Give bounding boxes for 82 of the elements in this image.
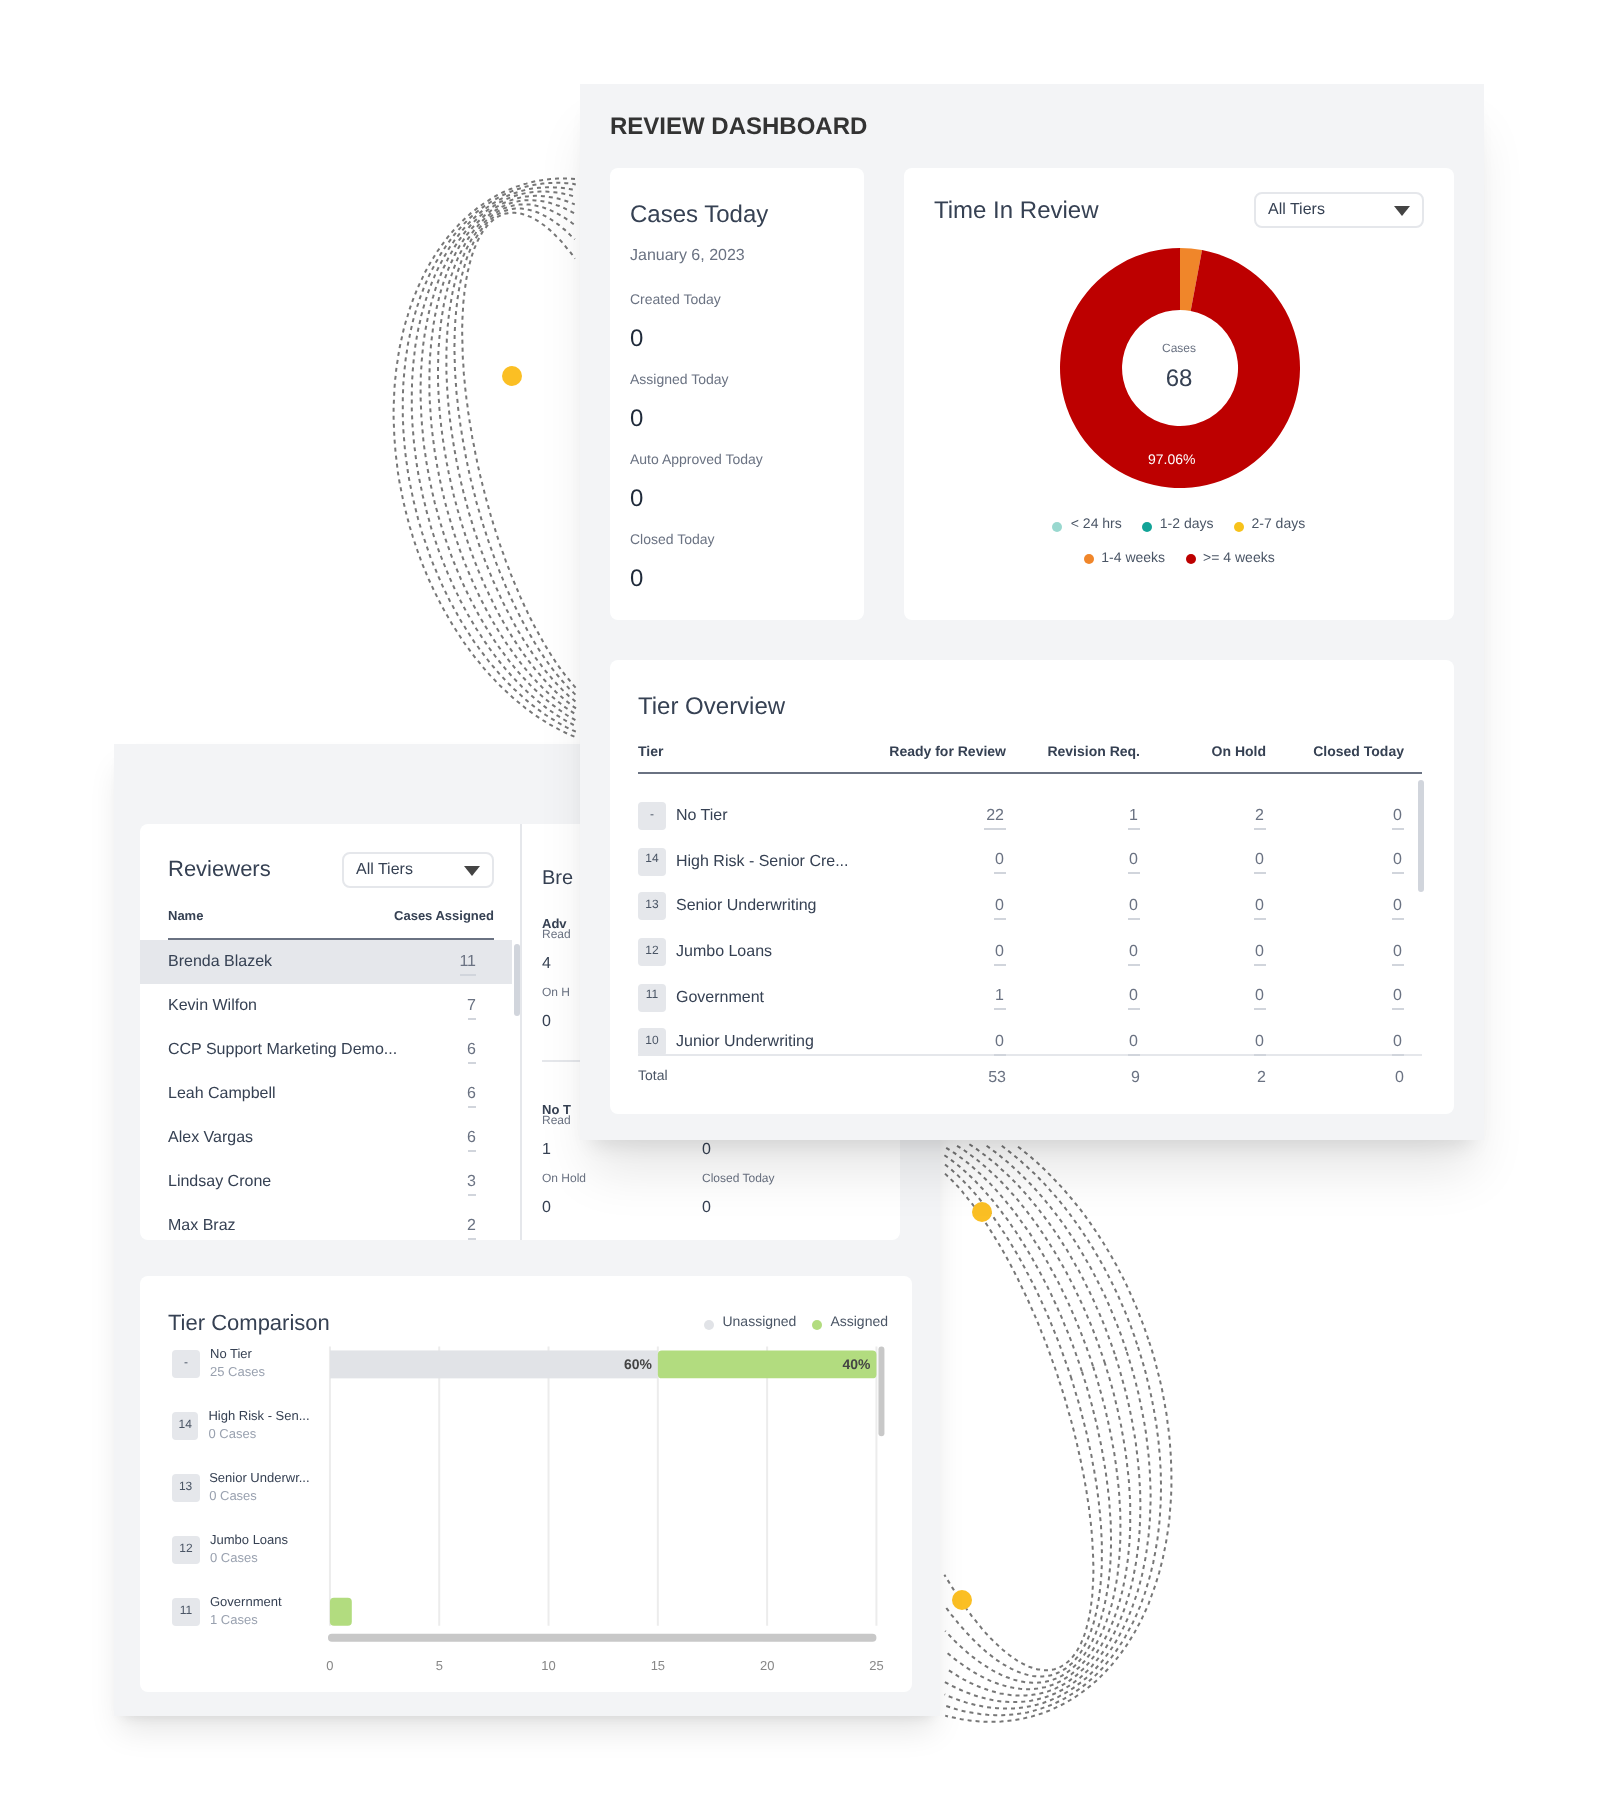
reviewer-name: Max Braz [168,1214,236,1238]
field-value: 0 [542,1010,551,1034]
table-cell: 2 [1257,1066,1266,1090]
table-cell: 0 [993,1029,1006,1056]
table-cell: 0 [1127,984,1140,1011]
table-cell: 0 [993,939,1006,966]
table-cell: 0 [1127,1029,1140,1056]
case-count: 3 [467,1169,476,1195]
table-cell: 0 [1127,848,1140,875]
card-title: Tier Overview [638,690,788,724]
reviewer-name: CCP Support Marketing Demo... [168,1038,398,1062]
table-cell: 0 [1391,893,1404,920]
stat-value: 0 [630,321,644,355]
stat-value: 0 [630,401,644,435]
field-value: 0 [702,1138,711,1162]
reviewer-name: Brenda Blazek [168,950,273,974]
table-cell: 0 [1391,939,1404,966]
reviewer-row[interactable]: Leah Campbell 6 [140,1072,512,1116]
tier-name: Junior Underwriting [676,1030,814,1055]
table-cell: 1 [1127,803,1140,830]
table-cell: 0 [1253,939,1266,966]
reviewer-row[interactable]: CCP Support Marketing Demo... 6 [140,1028,512,1072]
reviewer-row[interactable]: Max Braz 2 [140,1204,512,1240]
reviewer-row[interactable]: Kevin Wilfon 7 [140,984,512,1028]
tier-filter-dropdown[interactable]: All Tiers [1254,192,1424,228]
reviewer-name: Lindsay Crone [168,1170,272,1194]
case-count: 6 [467,1125,476,1151]
table-cell: 0 [1253,1029,1266,1056]
card-title: Cases Today [630,198,771,232]
table-cell: 0 [1127,939,1140,966]
reviewer-row[interactable]: Alex Vargas 6 [140,1116,512,1160]
table-cell: 0 [1391,848,1404,875]
card-title: Reviewers [168,855,271,886]
caret-icon [464,865,480,875]
table-cell: 0 [1391,984,1404,1011]
table-cell: 0 [993,893,1006,920]
case-count: 2 [467,1213,476,1239]
reviewer-name: Alex Vargas [168,1126,254,1150]
table-cell: 0 [1395,1066,1404,1090]
field-value: 4 [542,952,551,976]
field-value: 0 [702,1196,711,1220]
table-cell: 0 [1391,803,1404,830]
dashboard-title: REVIEW DASHBOARD [610,110,870,144]
tier-name: Senior Underwriting [676,894,817,919]
table-cell: 0 [1127,893,1140,920]
case-count: 6 [467,1037,476,1063]
scrollbar [1418,780,1424,892]
case-count: 6 [467,1081,476,1107]
tier-name: Jumbo Loans [676,940,773,965]
center-value: 68 [1165,361,1193,395]
stat-value: 0 [630,481,644,515]
tier-name: No Tier [676,804,728,829]
stat-value: 0 [630,561,644,595]
tier-name: Government [676,985,765,1010]
card-title: Time In Review [934,194,1099,228]
caret-icon [1394,205,1410,215]
card-title: Tier Comparison [168,1309,330,1340]
table-cell: 0 [1253,848,1266,875]
table-cell: 0 [1253,893,1266,920]
field-value: 1 [542,1138,551,1162]
reviewer-row[interactable]: Brenda Blazek 11 [140,940,512,984]
date-label: January 6, 2023 [630,244,747,268]
field-value: 0 [542,1196,551,1220]
table-cell: 53 [988,1066,1006,1090]
table-cell: 0 [1391,1029,1404,1056]
table-cell: 9 [1131,1066,1140,1090]
case-count: 11 [459,949,476,975]
table-cell: 0 [993,848,1006,875]
scrollbar [878,1346,884,1437]
bar [329,1597,352,1626]
tier-filter-dropdown[interactable]: All Tiers [342,852,494,888]
table-cell: 2 [1253,803,1266,830]
table-cell: 1 [993,984,1006,1011]
panel-title: Bre [542,868,574,890]
table-cell: 0 [1253,984,1266,1011]
scrollbar [514,944,520,1016]
reviewer-name: Leah Campbell [168,1082,276,1106]
reviewer-row[interactable]: Lindsay Crone 3 [140,1160,512,1204]
reviewer-name: Kevin Wilfon [168,994,257,1018]
case-count: 7 [467,993,476,1019]
table-cell: 22 [984,803,1006,830]
tier-name: High Risk - Senior Cre... [676,849,849,874]
